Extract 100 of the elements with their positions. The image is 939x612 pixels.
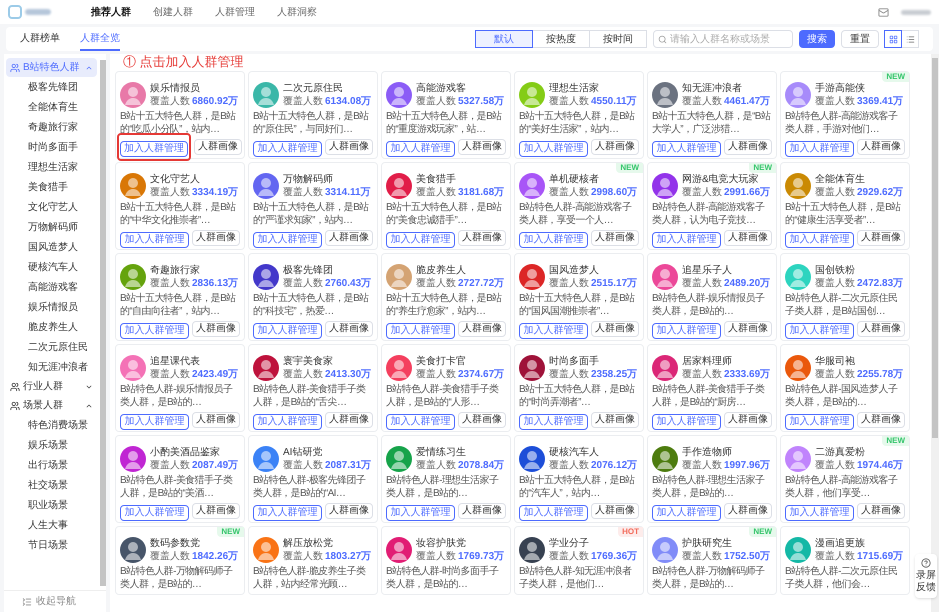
sidebar-item[interactable]: 娱乐场景	[4, 435, 99, 455]
profile-button[interactable]: 人群画像	[458, 321, 506, 337]
sidebar-group[interactable]: 行业人群	[6, 377, 97, 396]
profile-button[interactable]: 人群画像	[591, 230, 639, 246]
profile-button[interactable]: 人群画像	[325, 503, 373, 519]
add-to-management-button[interactable]: 加入人群管理	[386, 505, 455, 521]
sidebar-item[interactable]: 硬核汽车人	[4, 257, 99, 277]
sidebar-item[interactable]: 特色消费场景	[4, 415, 99, 435]
add-to-management-button[interactable]: 加入人群管理	[253, 232, 322, 248]
add-to-management-button[interactable]: 加入人群管理	[386, 141, 455, 157]
profile-button[interactable]: 人群画像	[458, 503, 506, 519]
profile-button[interactable]: 人群画像	[458, 139, 506, 155]
add-to-management-button[interactable]: 加入人群管理	[785, 232, 854, 248]
profile-button[interactable]: 人群画像	[857, 230, 905, 246]
add-to-management-button[interactable]: 加入人群管理	[785, 323, 854, 339]
search-button[interactable]: 搜索	[799, 30, 835, 48]
sidebar-item[interactable]: 知无涯冲浪者	[4, 357, 99, 377]
sidebar-group[interactable]: 场景人群	[6, 396, 97, 415]
profile-button[interactable]: 人群画像	[192, 412, 240, 428]
nav-tab[interactable]: 创建人群	[153, 4, 193, 20]
add-to-management-button[interactable]: 加入人群管理	[652, 414, 721, 430]
add-to-management-button[interactable]: 加入人群管理	[652, 141, 721, 157]
view-tab[interactable]: 人群榜单	[20, 27, 60, 51]
add-to-management-button[interactable]: 加入人群管理	[253, 141, 322, 157]
profile-button[interactable]: 人群画像	[194, 139, 242, 155]
profile-button[interactable]: 人群画像	[591, 321, 639, 337]
sidebar-item[interactable]: 人生大事	[4, 515, 99, 535]
sidebar-item[interactable]: 娱乐情报员	[4, 297, 99, 317]
add-to-management-button[interactable]: 加入人群管理	[253, 414, 322, 430]
add-to-management-button[interactable]: 加入人群管理	[253, 505, 322, 521]
add-to-management-button[interactable]: 加入人群管理	[120, 232, 189, 248]
add-to-management-button[interactable]: 加入人群管理	[785, 414, 854, 430]
sidebar-item[interactable]: 国风造梦人	[4, 237, 99, 257]
list-view-toggle[interactable]	[901, 30, 919, 48]
grid-view-toggle[interactable]	[884, 30, 902, 48]
profile-button[interactable]: 人群画像	[857, 321, 905, 337]
add-to-management-button[interactable]: 加入人群管理	[519, 141, 588, 157]
sidebar-item[interactable]: 社交场景	[4, 475, 99, 495]
sidebar-item[interactable]: 理想生活家	[4, 157, 99, 177]
profile-button[interactable]: 人群画像	[591, 412, 639, 428]
profile-button[interactable]: 人群画像	[857, 412, 905, 428]
add-to-management-button[interactable]: 加入人群管理	[652, 323, 721, 339]
profile-button[interactable]: 人群画像	[325, 321, 373, 337]
add-to-management-button[interactable]: 加入人群管理	[120, 323, 189, 339]
sidebar-item[interactable]: 全能体育生	[4, 97, 99, 117]
sidebar-item[interactable]: 万物解码师	[4, 217, 99, 237]
profile-button[interactable]: 人群画像	[724, 412, 772, 428]
mail-icon[interactable]	[878, 6, 889, 18]
nav-tab[interactable]: 推荐人群	[91, 4, 131, 20]
profile-button[interactable]: 人群画像	[591, 503, 639, 519]
profile-button[interactable]: 人群画像	[591, 139, 639, 155]
add-to-management-button[interactable]: 加入人群管理	[386, 232, 455, 248]
add-to-management-button[interactable]: 加入人群管理	[386, 323, 455, 339]
profile-button[interactable]: 人群画像	[724, 503, 772, 519]
add-to-management-button[interactable]: 加入人群管理	[785, 505, 854, 521]
sort-option[interactable]: 按时间	[589, 30, 647, 48]
profile-button[interactable]: 人群画像	[724, 139, 772, 155]
add-to-management-button[interactable]: 加入人群管理	[652, 505, 721, 521]
nav-tab[interactable]: 人群洞察	[277, 4, 317, 20]
sidebar-item[interactable]: 职业场景	[4, 495, 99, 515]
profile-button[interactable]: 人群画像	[192, 503, 240, 519]
sort-option[interactable]: 按热度	[532, 30, 590, 48]
profile-button[interactable]: 人群画像	[857, 503, 905, 519]
profile-button[interactable]: 人群画像	[857, 139, 905, 155]
sidebar-item[interactable]: 美食猎手	[4, 177, 99, 197]
search-field[interactable]: 请输入人群名称或场景	[653, 30, 793, 48]
profile-button[interactable]: 人群画像	[192, 321, 240, 337]
add-to-management-button[interactable]: 加入人群管理	[386, 414, 455, 430]
nav-tab[interactable]: 人群管理	[215, 4, 255, 20]
add-to-management-button[interactable]: 加入人群管理	[120, 505, 189, 521]
collapse-nav-button[interactable]: 收起导航	[4, 590, 106, 612]
add-to-management-button[interactable]: 加入人群管理	[519, 414, 588, 430]
view-tab[interactable]: 人群全览	[80, 27, 120, 51]
sidebar-item[interactable]: 时尚多面手	[4, 137, 99, 157]
sidebar-item[interactable]: 出行场景	[4, 455, 99, 475]
sidebar-item[interactable]: 脆皮养生人	[4, 317, 99, 337]
add-to-management-button[interactable]: 加入人群管理	[519, 323, 588, 339]
sidebar-item[interactable]: 奇趣旅行家	[4, 117, 99, 137]
profile-button[interactable]: 人群画像	[325, 412, 373, 428]
sidebar-item[interactable]: 极客先锋团	[4, 77, 99, 97]
add-to-management-button[interactable]: 加入人群管理	[120, 141, 188, 157]
profile-button[interactable]: 人群画像	[192, 230, 240, 246]
sidebar-item[interactable]: 二次元原住民	[4, 337, 99, 357]
sort-option[interactable]: 默认	[475, 30, 533, 48]
add-to-management-button[interactable]: 加入人群管理	[519, 232, 588, 248]
profile-button[interactable]: 人群画像	[724, 321, 772, 337]
sidebar-group[interactable]: B站特色人群	[6, 58, 97, 77]
profile-button[interactable]: 人群画像	[724, 230, 772, 246]
add-to-management-button[interactable]: 加入人群管理	[785, 141, 854, 157]
sidebar-item[interactable]: 文化守艺人	[4, 197, 99, 217]
sidebar-item[interactable]: 节日场景	[4, 535, 99, 555]
add-to-management-button[interactable]: 加入人群管理	[519, 505, 588, 521]
sidebar-item[interactable]: 高能游戏客	[4, 277, 99, 297]
add-to-management-button[interactable]: 加入人群管理	[253, 323, 322, 339]
profile-button[interactable]: 人群画像	[458, 412, 506, 428]
profile-button[interactable]: 人群画像	[458, 230, 506, 246]
profile-button[interactable]: 人群画像	[325, 139, 373, 155]
add-to-management-button[interactable]: 加入人群管理	[652, 232, 721, 248]
add-to-management-button[interactable]: 加入人群管理	[120, 414, 189, 430]
feedback-widget[interactable]: 录屏反馈	[915, 554, 937, 598]
